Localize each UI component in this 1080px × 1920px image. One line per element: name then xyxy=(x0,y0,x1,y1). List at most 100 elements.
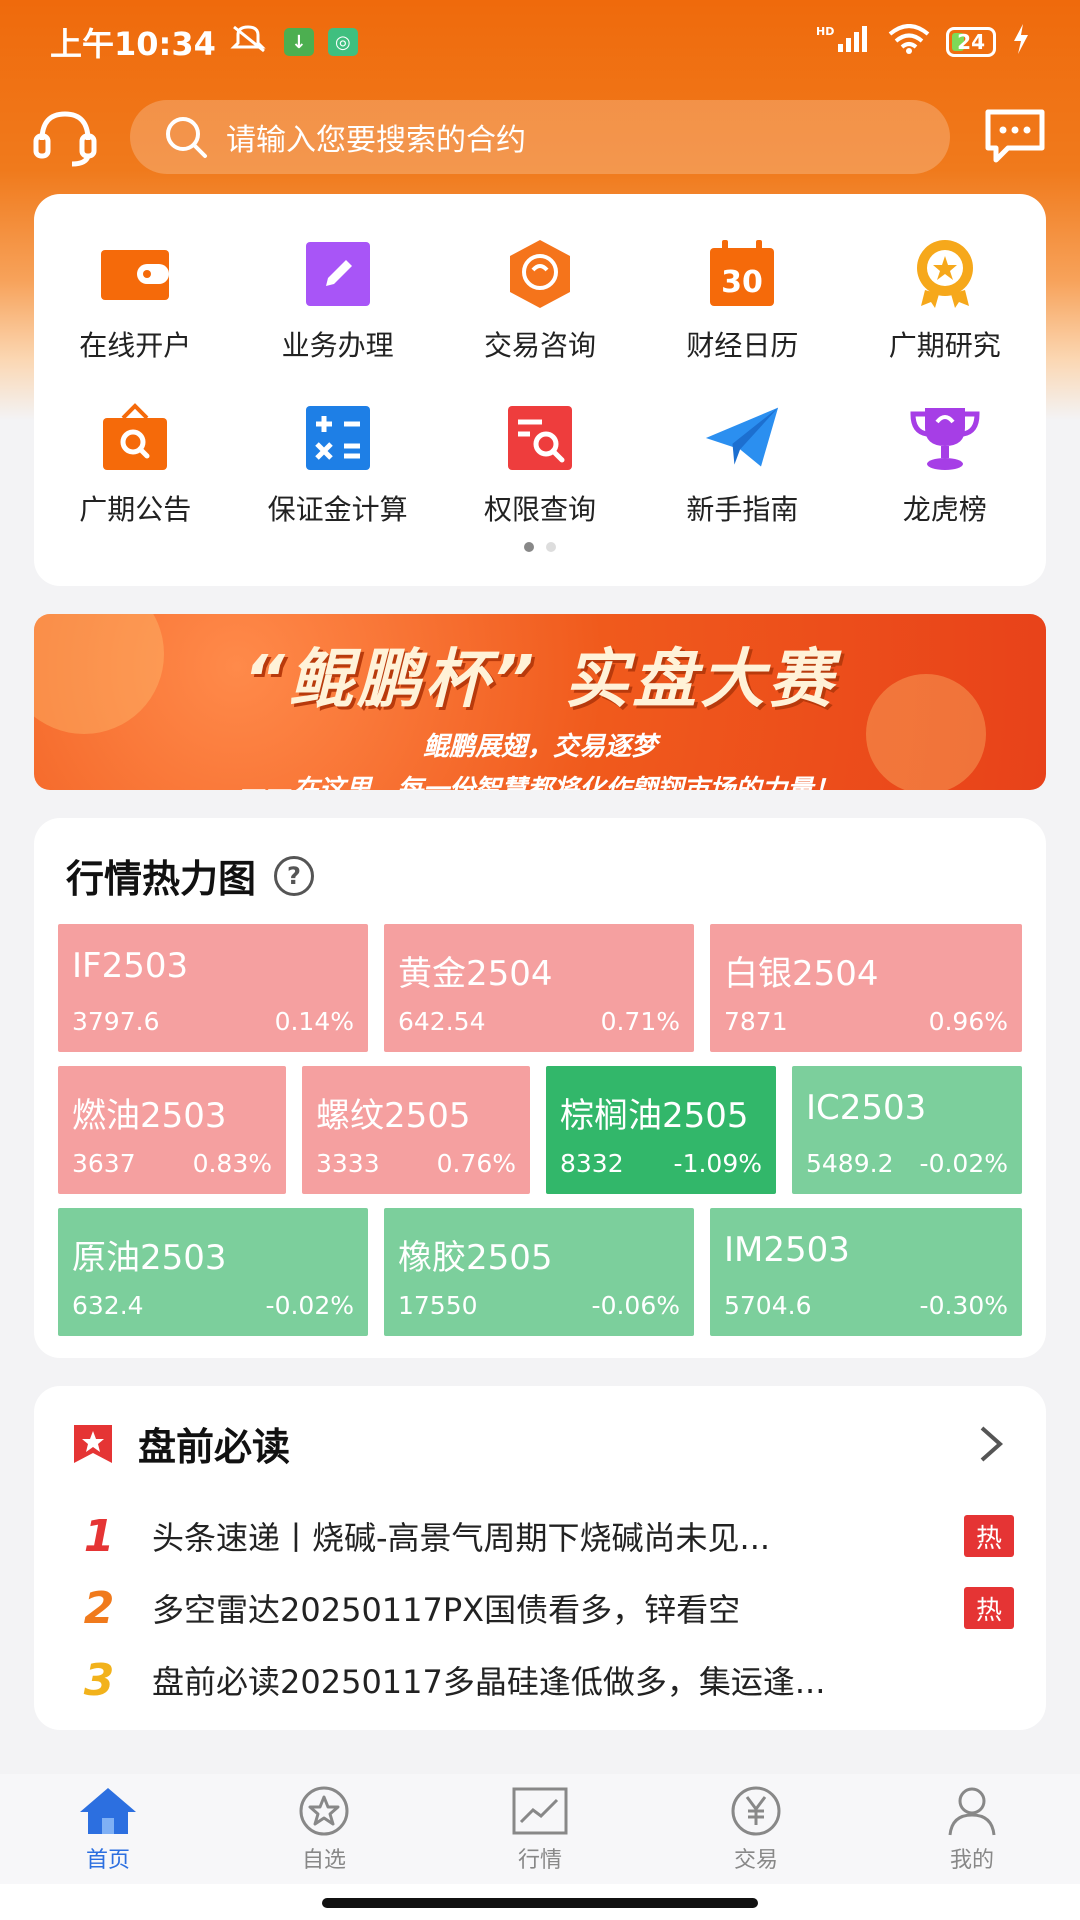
message-icon[interactable] xyxy=(982,106,1052,170)
charging-icon xyxy=(1012,24,1030,60)
permission-search-icon xyxy=(502,400,578,476)
yuan-trade-icon xyxy=(726,1784,786,1838)
shortcut-calendar[interactable]: 30 财经日历 xyxy=(641,236,843,364)
signal-icon: HD xyxy=(816,24,872,60)
tile-change: 0.96% xyxy=(928,1007,1008,1036)
favorite-star-icon xyxy=(294,1784,354,1838)
calculator-icon xyxy=(300,400,376,476)
tile-price: 7871 xyxy=(724,1007,788,1036)
shortcut-label: 广期研究 xyxy=(888,329,1001,362)
tile-price: 3797.6 xyxy=(72,1007,160,1036)
shortcut-research[interactable]: 广期研究 xyxy=(844,236,1046,364)
heatmap-tile[interactable]: IF2503 3797.6 0.14% xyxy=(58,924,368,1052)
tile-name: 螺纹2505 xyxy=(316,1096,471,1136)
page-dot xyxy=(546,542,556,552)
tab-home[interactable]: 首页 xyxy=(0,1774,216,1884)
heatmap-tile[interactable]: IM2503 5704.6 -0.30% xyxy=(710,1208,1022,1336)
market-heatmap-card: 行情热力图 ? IF2503 3797.6 0.14% 黄金2504 642.5… xyxy=(34,818,1046,1358)
shortcut-label: 交易咨询 xyxy=(483,329,596,362)
tile-change: -0.02% xyxy=(265,1291,354,1320)
top-header: 请输入您要搜索的合约 xyxy=(0,100,1080,176)
shortcut-margin-calculator[interactable]: 保证金计算 xyxy=(236,400,438,528)
news-item[interactable]: 2 多空雷达20250117PX国债看多，锌看空 热 xyxy=(64,1578,1014,1638)
tile-name: IC2503 xyxy=(806,1088,927,1128)
must-read-header[interactable]: 盘前必读 xyxy=(70,1416,290,1471)
tile-price: 642.54 xyxy=(398,1007,486,1036)
heatmap-tile[interactable]: 橡胶2505 17550 -0.06% xyxy=(384,1208,694,1336)
heatmap-tile[interactable]: 白银2504 7871 0.96% xyxy=(710,924,1022,1052)
tab-label: 我的 xyxy=(949,1848,994,1873)
search-placeholder: 请输入您要搜索的合约 xyxy=(226,123,526,158)
customer-service-icon[interactable] xyxy=(30,106,100,170)
news-item[interactable]: 3 盘前必读20250117多晶硅逢低做多，集运逢... xyxy=(64,1650,1014,1710)
banner-glow xyxy=(866,674,986,790)
bottom-tab-bar: 首页 自选 行情 交易 我的 xyxy=(0,1774,1080,1884)
tile-name: 原油2503 xyxy=(72,1238,227,1278)
status-bar: 上午10:34 ↓ ◎ HD 24 xyxy=(0,0,1080,84)
tile-price: 5704.6 xyxy=(724,1291,812,1320)
heatmap-tile[interactable]: IC2503 5489.2 -0.02% xyxy=(792,1066,1022,1194)
trophy-icon xyxy=(907,400,983,476)
must-read-card: 盘前必读 1 头条速递丨烧碱-高景气周期下烧碱尚未见... 热 2 多空雷达20… xyxy=(34,1386,1046,1730)
shortcut-announcement[interactable]: 广期公告 xyxy=(34,400,236,528)
search-input[interactable]: 请输入您要搜索的合约 xyxy=(130,100,950,174)
consult-icon xyxy=(502,236,578,312)
news-rank: 2 xyxy=(64,1583,134,1634)
chevron-right-icon[interactable] xyxy=(976,1424,1006,1468)
tile-change: 0.76% xyxy=(436,1149,516,1178)
tile-name: IF2503 xyxy=(72,946,189,986)
shortcut-business[interactable]: 业务办理 xyxy=(236,236,438,364)
tile-name: IM2503 xyxy=(724,1230,850,1270)
battery-level: 24 xyxy=(957,30,985,54)
market-chart-icon xyxy=(510,1784,570,1838)
shortcut-consult[interactable]: 交易咨询 xyxy=(439,236,641,364)
page-indicator xyxy=(34,542,1046,552)
tab-profile[interactable]: 我的 xyxy=(864,1774,1080,1884)
battery-icon: 24 xyxy=(946,27,996,57)
shortcut-label: 保证金计算 xyxy=(267,493,408,526)
tile-price: 632.4 xyxy=(72,1291,144,1320)
svg-text:30: 30 xyxy=(722,265,764,300)
profile-icon xyxy=(942,1784,1002,1838)
news-title: 头条速递丨烧碱-高景气周期下烧碱尚未见... xyxy=(152,1519,771,1557)
wifi-icon xyxy=(888,24,930,60)
announcement-icon xyxy=(97,400,173,476)
tab-watchlist[interactable]: 自选 xyxy=(216,1774,432,1884)
shortcut-guide[interactable]: 新手指南 xyxy=(641,400,843,528)
shortcut-label: 权限查询 xyxy=(483,493,596,526)
status-time: 上午10:34 xyxy=(50,25,216,63)
shortcut-online-account[interactable]: 在线开户 xyxy=(34,236,236,364)
tile-price: 17550 xyxy=(398,1291,478,1320)
shortcut-label: 广期公告 xyxy=(79,493,192,526)
tile-name: 燃油2503 xyxy=(72,1096,227,1136)
heatmap-header: 行情热力图 ? xyxy=(66,848,315,903)
must-read-title: 盘前必读 xyxy=(138,1425,291,1469)
tab-trade[interactable]: 交易 xyxy=(648,1774,864,1884)
hot-badge: 热 xyxy=(964,1587,1014,1629)
tab-label: 交易 xyxy=(733,1848,778,1873)
heatmap-tile[interactable]: 原油2503 632.4 -0.02% xyxy=(58,1208,368,1336)
shortcut-permission-query[interactable]: 权限查询 xyxy=(439,400,641,528)
heatmap-tile[interactable]: 黄金2504 642.54 0.71% xyxy=(384,924,694,1052)
svg-text:HD: HD xyxy=(816,25,834,38)
tab-label: 行情 xyxy=(517,1848,562,1873)
shortcut-leaderboard[interactable]: 龙虎榜 xyxy=(844,400,1046,528)
help-icon[interactable]: ? xyxy=(274,855,315,896)
tab-market[interactable]: 行情 xyxy=(432,1774,648,1884)
heatmap-tile[interactable]: 棕榈油2505 8332 -1.09% xyxy=(546,1066,776,1194)
tile-name: 黄金2504 xyxy=(398,954,553,994)
shortcut-label: 业务办理 xyxy=(281,329,394,362)
promo-banner[interactable]: “鲲鹏杯” 实盘大赛 鲲鹏展翅，交易逐梦 ——在这里，每一份智慧都将化作翱翔市场… xyxy=(34,614,1046,790)
news-rank: 1 xyxy=(64,1511,134,1562)
tile-change: -1.09% xyxy=(673,1149,762,1178)
heatmap-tile[interactable]: 螺纹2505 3333 0.76% xyxy=(302,1066,530,1194)
heatmap-tile[interactable]: 燃油2503 3637 0.83% xyxy=(58,1066,286,1194)
calendar-icon: 30 xyxy=(704,236,780,312)
news-item[interactable]: 1 头条速递丨烧碱-高景气周期下烧碱尚未见... 热 xyxy=(64,1506,1014,1566)
download-icon: ↓ xyxy=(283,28,314,56)
tile-name: 棕榈油2505 xyxy=(560,1096,749,1136)
tile-price: 8332 xyxy=(560,1149,624,1178)
home-indicator[interactable] xyxy=(322,1898,758,1908)
wallet-icon xyxy=(97,236,173,312)
news-title: 盘前必读20250117多晶硅逢低做多，集运逢... xyxy=(152,1663,826,1701)
